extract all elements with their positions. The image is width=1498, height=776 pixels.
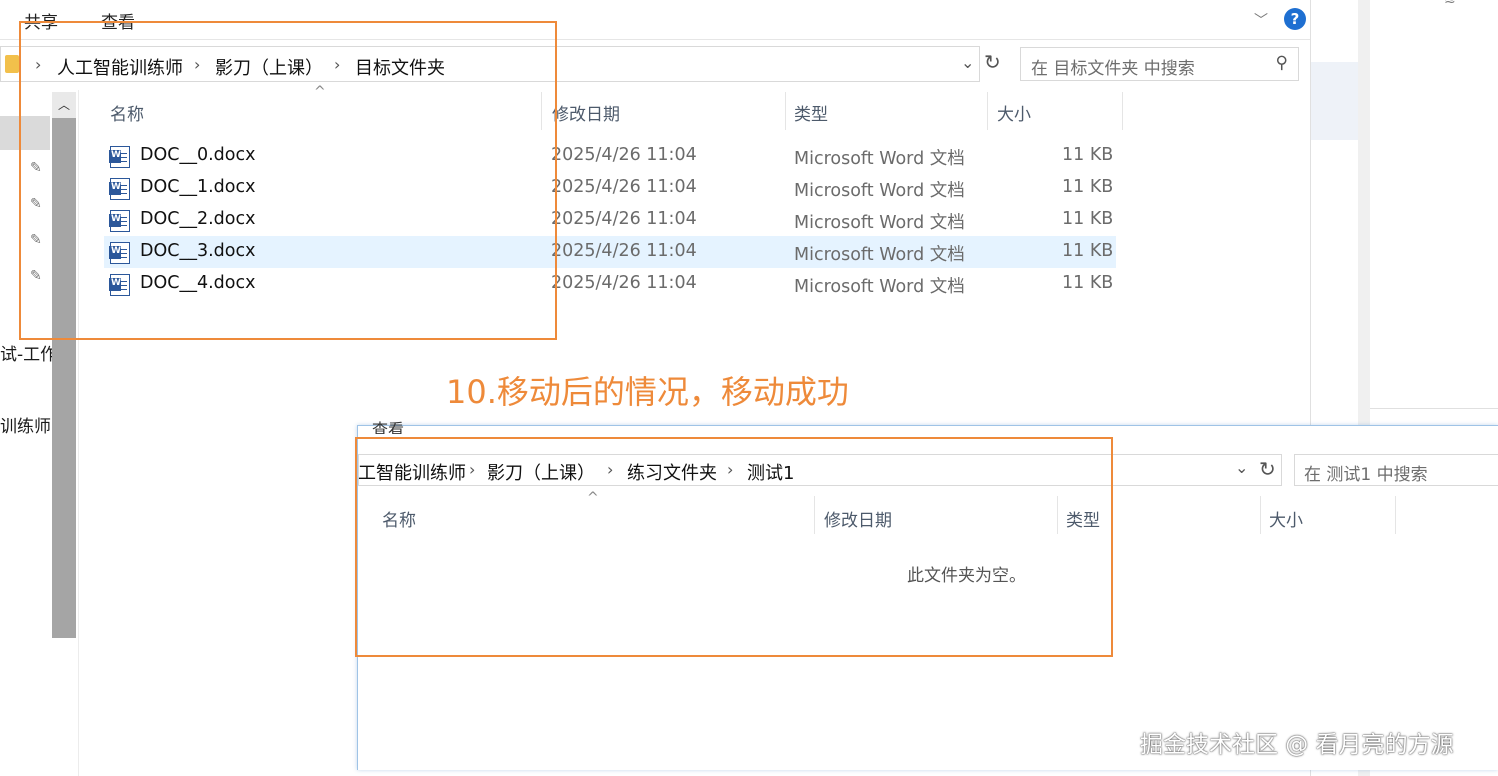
- search-icon[interactable]: ⚲: [1276, 53, 1288, 73]
- nav-item-fragment[interactable]: 试-工作: [0, 340, 52, 365]
- sort-asc-icon: ^: [314, 84, 326, 100]
- word-document-icon: [109, 274, 130, 296]
- pane-divider: [78, 90, 79, 776]
- pin-icon[interactable]: ✎: [30, 268, 42, 284]
- address-bar[interactable]: 工智能训练师 › 影刀（上课） › 练习文件夹 › 测试1 ⌄ ↻: [358, 454, 1282, 486]
- ribbon-tab-view[interactable]: 查看: [372, 416, 432, 434]
- column-header-name[interactable]: 名称: [382, 506, 416, 531]
- word-document-icon: [109, 242, 130, 264]
- file-size: 11 KB: [1062, 241, 1114, 261]
- breadcrumb-item-yingdao[interactable]: 影刀（上课）: [487, 459, 595, 485]
- file-type: Microsoft Word 文档: [794, 245, 965, 265]
- column-header-size[interactable]: 大小: [1269, 506, 1303, 531]
- search-input[interactable]: 在 目标文件夹 中搜索: [1031, 54, 1195, 79]
- breadcrumb-item-target-folder[interactable]: 目标文件夹: [355, 54, 445, 80]
- file-size: 11 KB: [1062, 273, 1114, 293]
- chevron-right-icon: ›: [35, 55, 42, 74]
- dropdown-chevron-icon[interactable]: ⌄: [1235, 458, 1248, 477]
- annotation-caption: 10.移动后的情况，移动成功: [446, 373, 849, 411]
- nav-item-fragment[interactable]: 训练师: [0, 412, 52, 437]
- file-size: 11 KB: [1062, 145, 1114, 165]
- file-name: DOC__3.docx: [140, 241, 256, 261]
- folder-icon: [5, 55, 19, 73]
- file-type: Microsoft Word 文档: [794, 213, 965, 233]
- file-name: DOC__2.docx: [140, 209, 256, 229]
- file-date: 2025/4/26 11:04: [551, 177, 697, 197]
- file-name: DOC__0.docx: [140, 145, 256, 165]
- file-row[interactable]: DOC__1.docx 2025/4/26 11:04 Microsoft Wo…: [104, 172, 1116, 204]
- column-separator[interactable]: [785, 92, 786, 130]
- breadcrumb-item-yingdao[interactable]: 影刀（上课）: [215, 54, 323, 80]
- ribbon-tab-view[interactable]: 查看: [101, 8, 135, 33]
- address-bar[interactable]: › 人工智能训练师 › 影刀（上课） › 目标文件夹 ⌄: [0, 46, 980, 82]
- explorer-window-source: 查看 工智能训练师 › 影刀（上课） › 练习文件夹 › 测试1 ⌄ ↻ 在 测…: [357, 420, 1498, 770]
- column-header-date[interactable]: 修改日期: [824, 506, 892, 531]
- ribbon: 共享 查看 ﹀ ?: [0, 0, 1310, 40]
- column-separator[interactable]: [814, 496, 815, 534]
- column-header-type[interactable]: 类型: [794, 100, 828, 125]
- column-separator[interactable]: [1395, 496, 1396, 534]
- sort-asc-icon: ^: [587, 490, 599, 506]
- word-document-icon: [109, 178, 130, 200]
- file-date: 2025/4/26 11:04: [551, 145, 697, 165]
- dropdown-chevron-icon[interactable]: ⌄: [961, 53, 974, 72]
- word-document-icon: [109, 210, 130, 232]
- file-row[interactable]: DOC__0.docx 2025/4/26 11:04 Microsoft Wo…: [104, 140, 1116, 172]
- side-divider: [1370, 408, 1498, 409]
- file-row-selected[interactable]: DOC__3.docx 2025/4/26 11:04 Microsoft Wo…: [104, 236, 1116, 268]
- file-size: 11 KB: [1062, 209, 1114, 229]
- column-separator[interactable]: [541, 92, 542, 130]
- chevron-right-icon: ›: [727, 460, 734, 479]
- help-icon[interactable]: ?: [1284, 8, 1306, 30]
- scrollbar-thumb[interactable]: [52, 118, 76, 638]
- file-type: Microsoft Word 文档: [794, 277, 965, 297]
- column-separator[interactable]: [1057, 496, 1058, 534]
- search-input[interactable]: 在 测试1 中搜索: [1304, 460, 1428, 485]
- pin-icon[interactable]: ✎: [30, 232, 42, 248]
- pin-icon[interactable]: ✎: [30, 196, 42, 212]
- column-header-size[interactable]: 大小: [997, 100, 1031, 125]
- column-separator[interactable]: [1260, 496, 1261, 534]
- scroll-up-icon[interactable]: ︿: [58, 96, 70, 113]
- empty-folder-message: 此文件夹为空。: [907, 566, 1026, 586]
- refresh-icon[interactable]: ↻: [984, 50, 1001, 74]
- refresh-icon[interactable]: ↻: [1259, 457, 1276, 481]
- nav-selected-item[interactable]: [0, 116, 50, 150]
- file-date: 2025/4/26 11:04: [551, 241, 697, 261]
- column-separator[interactable]: [987, 92, 988, 130]
- ribbon-tab-share[interactable]: 共享: [24, 8, 58, 33]
- watermark: 掘金技术社区 @ 看月亮的方源: [1140, 732, 1454, 758]
- column-header-name[interactable]: 名称: [110, 100, 144, 125]
- breadcrumb-item-ai-trainer[interactable]: 人工智能训练师: [57, 54, 183, 80]
- file-type: Microsoft Word 文档: [794, 149, 965, 169]
- side-panel: [1311, 62, 1358, 140]
- file-name: DOC__1.docx: [140, 177, 256, 197]
- pin-icon[interactable]: ✎: [30, 160, 42, 176]
- column-header-type[interactable]: 类型: [1066, 506, 1100, 531]
- file-name: DOC__4.docx: [140, 273, 256, 293]
- word-document-icon: [109, 146, 130, 168]
- breadcrumb-item-test1[interactable]: 测试1: [747, 459, 794, 485]
- column-separator[interactable]: [1122, 92, 1123, 130]
- file-size: 11 KB: [1062, 177, 1114, 197]
- file-date: 2025/4/26 11:04: [551, 273, 697, 293]
- file-row[interactable]: DOC__2.docx 2025/4/26 11:04 Microsoft Wo…: [104, 204, 1116, 236]
- breadcrumb-item-ai-trainer[interactable]: 工智能训练师: [358, 459, 466, 485]
- chevron-right-icon: ›: [194, 55, 201, 74]
- search-box[interactable]: 在 目标文件夹 中搜索 ⚲: [1020, 47, 1299, 81]
- breadcrumb-item-practice-folder[interactable]: 练习文件夹: [627, 459, 717, 485]
- file-row[interactable]: DOC__4.docx 2025/4/26 11:04 Microsoft Wo…: [104, 268, 1116, 300]
- chevron-right-icon: ›: [607, 460, 614, 479]
- column-header-date[interactable]: 修改日期: [552, 100, 620, 125]
- file-type: Microsoft Word 文档: [794, 181, 965, 201]
- file-date: 2025/4/26 11:04: [551, 209, 697, 229]
- chevron-right-icon: ›: [334, 55, 341, 74]
- layers-icon: ≋: [1444, 0, 1456, 8]
- chevron-right-icon: ›: [469, 460, 476, 479]
- search-box[interactable]: 在 测试1 中搜索: [1294, 454, 1498, 486]
- chevron-down-icon[interactable]: ﹀: [1254, 10, 1268, 30]
